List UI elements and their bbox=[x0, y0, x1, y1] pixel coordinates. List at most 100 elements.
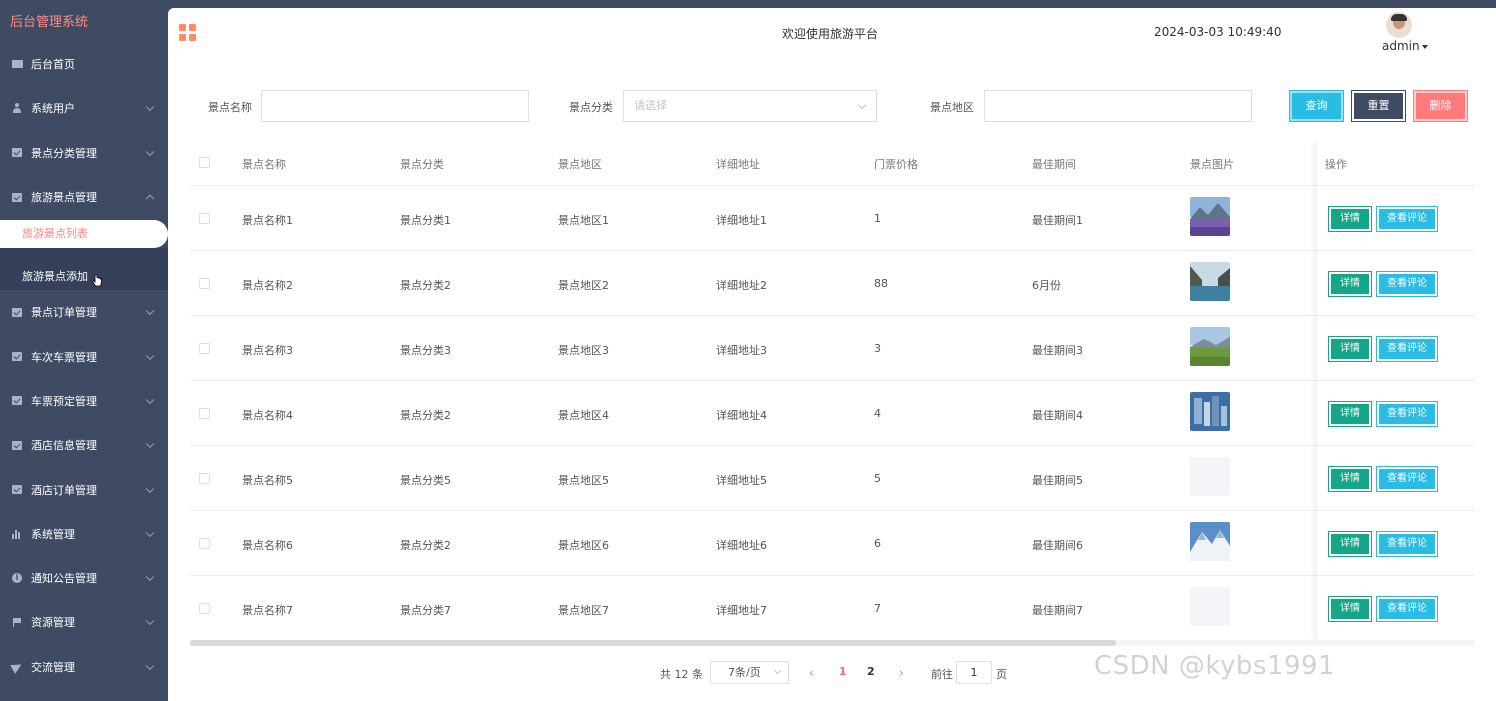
col-category: 景点分类 bbox=[400, 158, 444, 171]
row-divider bbox=[1317, 380, 1475, 381]
menu-grid-icon[interactable] bbox=[179, 24, 196, 41]
cell-region: 景点地区7 bbox=[558, 604, 609, 617]
cell-price: 6 bbox=[874, 537, 881, 550]
delete-button[interactable]: 删除 bbox=[1414, 91, 1467, 121]
page-suffix: 页 bbox=[996, 668, 1007, 681]
sidebar-item[interactable]: 后台首页 bbox=[0, 42, 168, 86]
spot-image[interactable] bbox=[1190, 262, 1230, 301]
checkbox-icon bbox=[11, 307, 23, 318]
reset-button[interactable]: 重置 bbox=[1352, 91, 1405, 121]
chevron-down-icon bbox=[145, 395, 155, 404]
table-row[interactable]: 景点名称5 景点分类5 景点地区5 详细地址5 5 最佳期间5 bbox=[190, 446, 1475, 511]
monitor-icon bbox=[11, 59, 23, 70]
query-button[interactable]: 查询 bbox=[1290, 91, 1343, 121]
row-checkbox[interactable] bbox=[199, 603, 210, 614]
sidebar-item[interactable]: 景点分类管理 bbox=[0, 131, 168, 175]
row-divider bbox=[1317, 575, 1475, 576]
col-address: 详细地址 bbox=[716, 158, 760, 171]
operation-column: 操作 详情 查看评论 详情 查看评论 详情 查看评论 详情 查看评论 详情 查看评论 详情 查看评论详… bbox=[1317, 140, 1475, 640]
row-checkbox[interactable] bbox=[199, 408, 210, 419]
sidebar-item-label: 酒店订单管理 bbox=[31, 483, 97, 497]
prev-page-icon[interactable]: ‹ bbox=[809, 666, 814, 680]
table-row[interactable]: 景点名称1 景点分类1 景点地区1 详细地址1 1 最佳期间1 bbox=[190, 186, 1475, 251]
sidebar-item[interactable]: 资源管理 bbox=[0, 600, 168, 644]
detail-button[interactable]: 详情 bbox=[1329, 467, 1371, 491]
view-comments-button[interactable]: 查看评论 bbox=[1377, 272, 1437, 296]
col-ops: 操作 bbox=[1325, 158, 1347, 171]
horizontal-scrollbar[interactable] bbox=[190, 640, 1475, 646]
spot-image[interactable] bbox=[1190, 522, 1230, 561]
cell-region: 景点地区2 bbox=[558, 279, 609, 292]
scrollbar-thumb[interactable] bbox=[190, 640, 1116, 646]
detail-button[interactable]: 详情 bbox=[1329, 272, 1371, 296]
detail-button[interactable]: 详情 bbox=[1329, 207, 1371, 231]
sidebar-item[interactable]: 景点订单管理 bbox=[0, 290, 168, 334]
submenu-item-add[interactable]: 旅游景点添加 bbox=[0, 248, 168, 291]
sidebar-item[interactable]: 车票预定管理 bbox=[0, 379, 168, 423]
select-all-checkbox[interactable] bbox=[199, 157, 210, 168]
checkbox-icon bbox=[11, 395, 23, 406]
cell-category: 景点分类1 bbox=[400, 214, 451, 227]
spot-image[interactable] bbox=[1190, 327, 1230, 366]
sidebar-item[interactable]: 酒店信息管理 bbox=[0, 423, 168, 467]
sidebar-item-label: 系统管理 bbox=[31, 527, 75, 541]
search-bar: 景点名称 景点分类 请选择 景点地区 查询 重置 删除 bbox=[168, 90, 1496, 122]
user-icon bbox=[11, 103, 23, 114]
view-comments-button[interactable]: 查看评论 bbox=[1377, 402, 1437, 426]
cell-category: 景点分类2 bbox=[400, 409, 451, 422]
sidebar-item[interactable]: 交流管理 bbox=[0, 645, 168, 689]
page-1[interactable]: 1 bbox=[839, 665, 847, 678]
view-comments-button[interactable]: 查看评论 bbox=[1377, 467, 1437, 491]
page-2[interactable]: 2 bbox=[867, 665, 875, 678]
detail-button[interactable]: 详情 bbox=[1329, 402, 1371, 426]
header-divider bbox=[1317, 185, 1475, 186]
goto-page-input[interactable]: 1 bbox=[956, 661, 992, 684]
chevron-down-icon bbox=[145, 528, 155, 537]
sidebar-item[interactable]: 系统用户 bbox=[0, 86, 168, 130]
view-comments-button[interactable]: 查看评论 bbox=[1377, 207, 1437, 231]
col-period: 最佳期间 bbox=[1032, 158, 1076, 171]
detail-button[interactable]: 详情 bbox=[1329, 337, 1371, 361]
row-checkbox[interactable] bbox=[199, 343, 210, 354]
flag-icon bbox=[11, 617, 23, 628]
row-checkbox[interactable] bbox=[199, 473, 210, 484]
name-input[interactable] bbox=[261, 90, 529, 122]
detail-button[interactable]: 详情 bbox=[1329, 597, 1371, 621]
view-comments-button[interactable]: 查看评论 bbox=[1377, 532, 1437, 556]
detail-button[interactable]: 详情 bbox=[1329, 532, 1371, 556]
spot-image[interactable] bbox=[1190, 197, 1230, 236]
submenu-item-list[interactable]: 旅游景点列表 bbox=[0, 220, 168, 249]
page-size-select[interactable]: 7条/页 bbox=[710, 661, 789, 684]
row-checkbox[interactable] bbox=[199, 278, 210, 289]
cell-region: 景点地区5 bbox=[558, 474, 609, 487]
category-select[interactable]: 请选择 bbox=[623, 90, 877, 122]
info-icon: i bbox=[11, 573, 23, 584]
spot-image[interactable] bbox=[1190, 392, 1230, 431]
bar-chart-icon bbox=[11, 528, 23, 539]
sidebar-item-label: 交流管理 bbox=[31, 660, 75, 674]
table-row[interactable]: 景点名称3 景点分类3 景点地区3 详细地址3 3 最佳期间3 bbox=[190, 316, 1475, 381]
table-row[interactable]: 景点名称6 景点分类2 景点地区6 详细地址6 6 最佳期间6 bbox=[190, 511, 1475, 576]
sidebar-item[interactable]: 旅游景点管理 bbox=[0, 175, 168, 219]
view-comments-button[interactable]: 查看评论 bbox=[1377, 597, 1437, 621]
avatar[interactable] bbox=[1386, 12, 1412, 38]
user-menu[interactable]: admin bbox=[1382, 39, 1428, 53]
row-checkbox[interactable] bbox=[199, 213, 210, 224]
sidebar-item[interactable]: 系统管理 bbox=[0, 512, 168, 556]
col-price: 门票价格 bbox=[874, 158, 918, 171]
sidebar-item-label: 车次车票管理 bbox=[31, 350, 97, 364]
region-input[interactable] bbox=[984, 90, 1252, 122]
sidebar-item[interactable]: i 通知公告管理 bbox=[0, 556, 168, 600]
sidebar-item[interactable]: 车次车票管理 bbox=[0, 334, 168, 378]
table-row[interactable]: 景点名称4 景点分类2 景点地区4 详细地址4 4 最佳期间4 bbox=[190, 381, 1475, 446]
sidebar-item-label: 资源管理 bbox=[31, 616, 75, 630]
cell-period: 最佳期间1 bbox=[1032, 214, 1083, 227]
current-datetime: 2024-03-03 10:49:40 bbox=[1154, 25, 1282, 39]
table-row[interactable]: 景点名称7 景点分类7 景点地区7 详细地址7 7 最佳期间7 bbox=[190, 576, 1475, 640]
next-page-icon[interactable]: › bbox=[899, 666, 904, 680]
table-row[interactable]: 景点名称2 景点分类2 景点地区2 详细地址2 88 6月份 bbox=[190, 251, 1475, 316]
sidebar-item[interactable]: 酒店订单管理 bbox=[0, 467, 168, 511]
cell-name: 景点名称1 bbox=[242, 214, 293, 227]
row-checkbox[interactable] bbox=[199, 538, 210, 549]
view-comments-button[interactable]: 查看评论 bbox=[1377, 337, 1437, 361]
